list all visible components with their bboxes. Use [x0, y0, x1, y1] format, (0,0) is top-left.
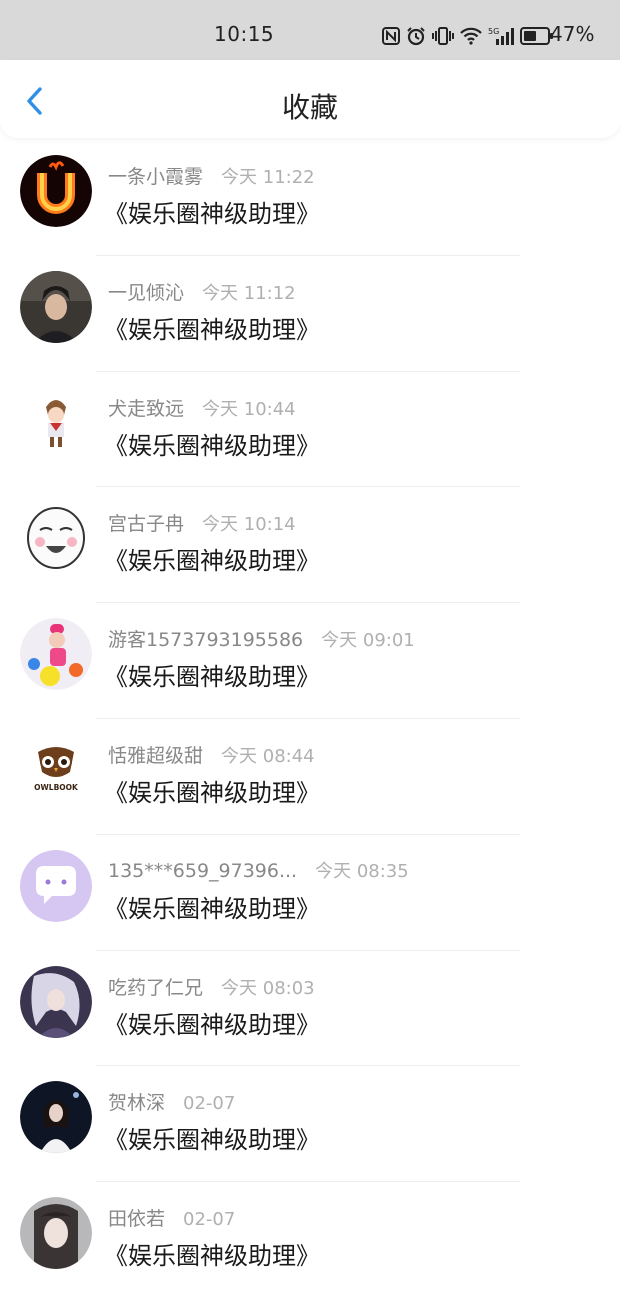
avatar[interactable] — [20, 386, 92, 459]
user-name: 宫古子冉 — [108, 513, 185, 536]
item-time: 02-07 — [183, 1209, 236, 1231]
wifi-icon — [460, 27, 482, 45]
item-time: 今天 10:14 — [202, 514, 296, 536]
item-meta: 田依若 02-07 — [108, 1204, 236, 1231]
owlbook-logo-text: OWLBOOK — [34, 783, 79, 792]
avatar[interactable] — [20, 502, 92, 575]
list-item[interactable]: 游客1573793195586 今天 09:01 《娱乐圈神级助理》 — [0, 603, 620, 719]
list-item[interactable]: OWLBOOK 恬雅超级甜 今天 08:44 《娱乐圈神级助理》 — [0, 719, 620, 835]
header-bar: 收藏 — [0, 60, 620, 138]
avatar[interactable] — [20, 1081, 92, 1154]
item-content: 《娱乐圈神级助理》 — [104, 315, 320, 344]
night-portrait-avatar-icon — [20, 1081, 92, 1154]
avatar[interactable] — [20, 155, 92, 227]
user-name: 田依若 — [108, 1208, 166, 1231]
user-name: 犬走致远 — [108, 397, 185, 420]
item-meta: 一见倾沁 今天 11:12 — [108, 278, 296, 304]
status-icons: 5G — [382, 24, 554, 48]
list-item[interactable]: 宫古子冉 今天 10:14 《娱乐圈神级助理》 — [0, 487, 620, 604]
avatar[interactable] — [20, 1197, 92, 1270]
avatar[interactable] — [20, 618, 92, 691]
list-item[interactable]: 一见倾沁 今天 11:12 《娱乐圈神级助理》 — [0, 256, 620, 372]
list-item[interactable]: 田依若 02-07 《娱乐圈神级助理》 — [0, 1182, 620, 1298]
battery-percentage: 47% — [550, 22, 595, 46]
item-meta: 吃药了仁兄 今天 08:03 — [108, 973, 315, 999]
status-bar: 10:15 5G 47% — [0, 0, 620, 60]
list-item[interactable]: 吃药了仁兄 今天 08:03 《娱乐圈神级助理》 — [0, 951, 620, 1067]
item-content: 《娱乐圈神级助理》 — [104, 1126, 320, 1155]
item-content: 《娱乐圈神级助理》 — [104, 894, 320, 923]
user-name: 游客1573793195586 — [108, 629, 304, 652]
item-content: 《娱乐圈神级助理》 — [104, 663, 320, 692]
owl-logo-avatar-icon: OWLBOOK — [20, 733, 92, 806]
item-meta: 恬雅超级甜 今天 08:44 — [108, 741, 315, 767]
person-photo-avatar-icon — [20, 270, 92, 343]
item-time: 今天 08:44 — [221, 745, 315, 767]
item-meta: 宫古子冉 今天 10:14 — [108, 509, 296, 536]
item-meta: 犬走致远 今天 10:44 — [108, 394, 296, 420]
item-meta: 贺林深 02-07 — [108, 1088, 236, 1115]
item-time: 今天 08:35 — [315, 860, 409, 882]
avatar[interactable] — [20, 965, 92, 1038]
user-name: 贺林深 — [108, 1092, 166, 1115]
item-time: 今天 09:01 — [321, 630, 415, 652]
list-item[interactable]: 135***659_97396... 今天 08:35 《娱乐圈神级助理》 — [0, 835, 620, 951]
item-time: 今天 11:22 — [221, 167, 315, 188]
page-title: 收藏 — [281, 91, 338, 124]
meme-face-avatar-icon — [20, 502, 92, 575]
item-meta: 游客1573793195586 今天 09:01 — [108, 625, 415, 652]
item-time: 今天 11:12 — [202, 282, 296, 304]
item-content: 《娱乐圈神级助理》 — [104, 547, 320, 576]
baby-balloons-avatar-icon — [20, 618, 92, 691]
user-name: 恬雅超级甜 — [108, 744, 204, 767]
user-name: 吃药了仁兄 — [108, 976, 204, 999]
list-item[interactable]: 犬走致远 今天 10:44 《娱乐圈神级助理》 — [0, 372, 620, 488]
svg-text:5G: 5G — [488, 27, 499, 36]
anime-character-avatar-icon — [20, 386, 92, 459]
anime-warrior-avatar-icon — [20, 965, 92, 1038]
item-content: 《娱乐圈神级助理》 — [104, 1010, 320, 1039]
item-content: 《娱乐圈神级助理》 — [104, 431, 320, 460]
item-time: 今天 10:44 — [202, 398, 296, 420]
item-meta: 135***659_97396... 今天 08:35 — [108, 857, 409, 882]
vibrate-icon — [432, 27, 454, 45]
item-content: 《娱乐圈神级助理》 — [104, 778, 320, 807]
nfc-icon — [382, 27, 400, 45]
avatar[interactable] — [20, 849, 92, 922]
user-name: 一条小霞雾 — [108, 166, 204, 188]
user-name: 135***659_97396... — [108, 859, 298, 882]
list-item[interactable]: 贺林深 02-07 《娱乐圈神级助理》 — [0, 1066, 620, 1183]
status-time: 10:15 — [214, 22, 275, 46]
avatar[interactable] — [20, 270, 92, 343]
list-item[interactable]: 一条小霞雾 今天 11:22 《娱乐圈神级助理》 — [0, 140, 620, 256]
fire-letter-avatar-icon — [20, 155, 92, 227]
battery-icon — [520, 27, 553, 45]
item-content: 《娱乐圈神级助理》 — [104, 1242, 320, 1271]
chat-bubble-avatar-icon — [20, 849, 92, 922]
item-meta: 一条小霞雾 今天 11:22 — [108, 162, 315, 188]
item-content: 《娱乐圈神级助理》 — [104, 200, 320, 228]
user-name: 一见倾沁 — [108, 281, 185, 304]
item-time: 今天 08:03 — [221, 977, 315, 999]
item-time: 02-07 — [183, 1093, 236, 1115]
alarm-icon — [407, 27, 425, 46]
avatar[interactable]: OWLBOOK — [20, 733, 92, 806]
selfie-portrait-avatar-icon — [20, 1197, 92, 1270]
favorites-list: 一条小霞雾 今天 11:22 《娱乐圈神级助理》 一见倾沁 今天 11:12 《… — [0, 140, 620, 1298]
signal-5g-icon: 5G — [488, 27, 514, 45]
